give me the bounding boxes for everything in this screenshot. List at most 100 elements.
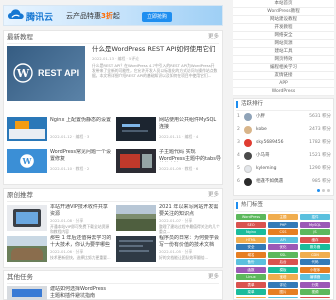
- featured-thumbnail[interactable]: W REST API: [7, 46, 85, 101]
- tag-item[interactable]: 插件: [300, 214, 330, 220]
- thumb-decoration: [119, 250, 149, 252]
- tag-item[interactable]: 安全: [236, 244, 266, 250]
- tag-item[interactable]: Linux: [236, 274, 266, 280]
- thumb-decoration: [11, 248, 43, 260]
- avatar[interactable]: [244, 178, 252, 186]
- post-thumbnail[interactable]: [116, 205, 156, 231]
- post-title[interactable]: 那些 1 年后还值得去学习的十大技术，你认为要学哪些: [50, 235, 112, 248]
- post-title[interactable]: 本站开通VIP技术收件共享资源: [50, 204, 112, 217]
- latest-more-link[interactable]: 更多: [208, 33, 219, 42]
- sidebar-menu-item[interactable]: 网页特效: [233, 56, 334, 64]
- pager-dot[interactable]: [317, 189, 320, 192]
- tag-item[interactable]: 编辑器: [300, 274, 330, 280]
- post-thumbnail[interactable]: [116, 149, 156, 173]
- tag-item[interactable]: 主题: [268, 214, 298, 220]
- post-desc: 好的文档能让团队效率翻倍...: [159, 255, 209, 260]
- post-title[interactable]: 建站如何选择WordPress 主题和插件避坑指南: [50, 286, 112, 299]
- tag-item[interactable]: 分类: [300, 281, 330, 288]
- tag-item[interactable]: SEO: [236, 221, 266, 228]
- sidebar-menu-item[interactable]: 建站工具: [233, 48, 334, 56]
- tag-item[interactable]: MySQL: [300, 221, 330, 228]
- rank-number: 6: [237, 179, 240, 184]
- tag-item[interactable]: 后台: [268, 259, 298, 265]
- avatar[interactable]: [244, 165, 252, 173]
- sidebar-menu-item[interactable]: APP: [233, 80, 334, 88]
- post-thumbnail[interactable]: [7, 286, 47, 300]
- tag-item[interactable]: 视频: [300, 289, 330, 295]
- tag-item[interactable]: JS: [300, 229, 330, 235]
- post-title[interactable]: Nginx 上配置伪静态的设置: [50, 117, 112, 130]
- tag-item[interactable]: 小程序: [300, 266, 330, 273]
- sidebar-menu-item[interactable]: 网站资源: [233, 40, 334, 48]
- sidebar-menu-item[interactable]: 友情链接: [233, 72, 334, 80]
- tag-item[interactable]: CDN: [300, 251, 330, 258]
- recommend-more-link[interactable]: 更多: [208, 191, 219, 200]
- sidebar-menu-item[interactable]: WordPress: [233, 88, 334, 96]
- tag-item[interactable]: 搜索: [268, 296, 298, 298]
- post-title[interactable]: 2021 年以来写网站开发需要关注的知识点: [159, 204, 221, 217]
- tag-item[interactable]: 图片: [268, 289, 298, 295]
- promo-banner[interactable]: 腾讯云 云产品特惠3折起 立即抢购: [3, 5, 223, 26]
- post-thumbnail[interactable]: [116, 117, 156, 141]
- post-thumbnail[interactable]: [7, 205, 47, 231]
- avatar[interactable]: [244, 152, 252, 160]
- sidebar-menu-item[interactable]: WordPress教程: [233, 8, 334, 16]
- tag-item[interactable]: 模板: [268, 266, 298, 273]
- tag-item[interactable]: SSL: [268, 251, 298, 258]
- tag-item[interactable]: 短代码: [300, 296, 330, 298]
- sidebar-menu-item[interactable]: 开发教程: [233, 24, 334, 32]
- post-thumbnail[interactable]: [7, 236, 47, 262]
- tag-item[interactable]: HTML: [236, 236, 266, 243]
- tag-item[interactable]: 备份: [236, 259, 266, 265]
- pager-dot[interactable]: [322, 189, 325, 192]
- tag-item[interactable]: API: [268, 236, 298, 243]
- post-title[interactable]: WordPress常见问题一个设置修复: [50, 149, 112, 162]
- bottom-more-link[interactable]: 更多: [208, 273, 219, 282]
- rank-username[interactable]: 小马哥: [256, 153, 270, 159]
- avatar[interactable]: [244, 113, 252, 121]
- wordpress-logo-icon: W: [13, 63, 33, 83]
- post-title[interactable]: 网站使用公共组件MySQL连接: [159, 117, 221, 130]
- tag-item[interactable]: 代码: [300, 259, 330, 265]
- sidebar-menu-item[interactable]: 编程相关学习: [233, 64, 334, 72]
- rank-username[interactable]: 相逢不如偶遇: [256, 179, 283, 185]
- tag-item[interactable]: 域名: [236, 251, 266, 258]
- rank-number: 2: [237, 127, 240, 132]
- rank-username[interactable]: sky5689456: [256, 140, 284, 146]
- avatar[interactable]: [244, 139, 252, 147]
- rank-username[interactable]: kobe: [256, 127, 267, 133]
- post-thumbnail[interactable]: [7, 117, 47, 141]
- tag-item[interactable]: 采集: [236, 296, 266, 298]
- divider: [7, 43, 219, 44]
- tag-item[interactable]: 缓存: [300, 236, 330, 243]
- tag-item[interactable]: 优化: [268, 244, 298, 250]
- tag-item[interactable]: WordPress: [236, 214, 266, 220]
- featured-title[interactable]: 什么是WordPress REST API如何使用它们: [92, 45, 220, 53]
- tag-item[interactable]: 表单: [236, 281, 266, 288]
- rank-score: 985 积分: [311, 179, 331, 184]
- rank-username[interactable]: 小胖: [256, 114, 265, 120]
- avatar[interactable]: [244, 126, 252, 134]
- pager-dot[interactable]: [327, 189, 330, 192]
- post-thumbnail[interactable]: W: [7, 149, 47, 173]
- latest-section-title: 最新教程: [7, 33, 33, 41]
- sidebar-menu-item[interactable]: 网络安全: [233, 32, 334, 40]
- tag-item[interactable]: 宝塔: [268, 274, 298, 280]
- tag-item[interactable]: PHP: [268, 221, 298, 228]
- post-meta: 2022-01-12 · 编程 · 3: [50, 134, 90, 139]
- banner-buy-button[interactable]: 立即抢购: [142, 12, 173, 22]
- sidebar-menu-item[interactable]: 本站首页: [233, 0, 334, 8]
- sidebar-menu-item[interactable]: 网站建设教程: [233, 16, 334, 24]
- post-title[interactable]: 子主题代码 实现WordPress主题中的tabs导航的方法: [159, 149, 221, 162]
- tag-item[interactable]: 服务器: [300, 244, 330, 250]
- post-thumbnail[interactable]: [116, 236, 156, 262]
- tag-item[interactable]: CSS: [268, 229, 298, 235]
- tag-item[interactable]: Nginx: [236, 229, 266, 235]
- tags-marker: [236, 202, 238, 209]
- rank-username[interactable]: kyleming: [256, 166, 276, 172]
- tag-item[interactable]: 函数: [236, 266, 266, 273]
- tag-item[interactable]: 菜单: [236, 289, 266, 295]
- tag-item[interactable]: 评论: [268, 281, 298, 288]
- post-meta: 2022-01-10 · 教程 · 2: [50, 166, 90, 171]
- post-title[interactable]: 程序员的日常：为何要学会写一份有价值的技术文档: [159, 235, 221, 248]
